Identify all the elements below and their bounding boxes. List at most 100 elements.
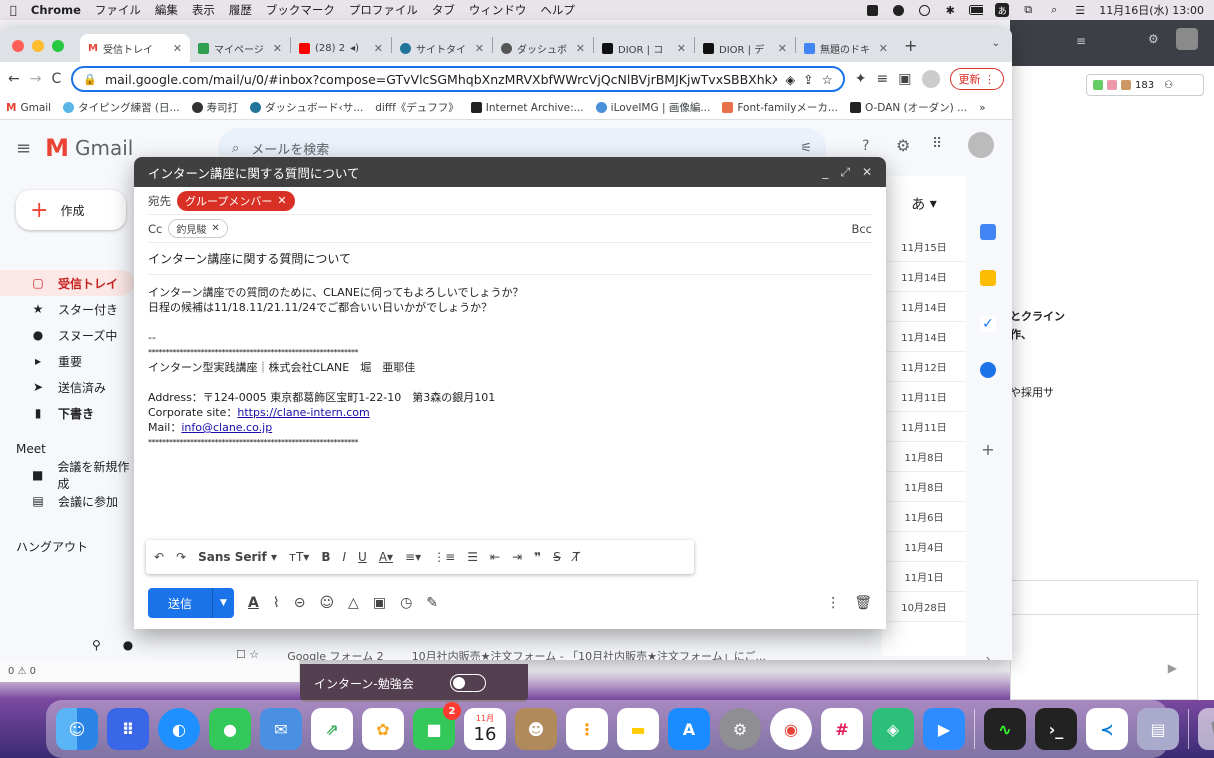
chatgpt-icon[interactable]: ◈ — [872, 708, 914, 750]
close-window-button[interactable] — [12, 40, 24, 52]
quote-icon[interactable]: ❞ — [534, 550, 541, 564]
mail-link[interactable]: info@clane.co.jp — [181, 421, 272, 434]
tab-dior-2[interactable]: DIOR | デ ✕ — [695, 34, 795, 62]
menu-history[interactable]: 履歴 — [229, 2, 252, 18]
align-icon[interactable]: ≡▾ — [405, 550, 421, 564]
bookmark-gmail[interactable]: M Gmail — [6, 102, 51, 114]
participants-widget[interactable]: 183 ⚇ — [1086, 74, 1204, 96]
indent-more-icon[interactable]: ⇥ — [512, 550, 522, 564]
message-body[interactable]: インターン講座での質問のために、CLANEに伺ってもよろしいでしょうか？ 日程の… — [134, 275, 886, 460]
list-item-date[interactable]: 11月11日 — [882, 412, 966, 442]
zoom-icon[interactable]: ▶ — [923, 708, 965, 750]
cc-field[interactable]: Cc 釣見駿 ✕ Bcc — [148, 215, 872, 243]
sidebar-item-important[interactable]: ▸ 重要 — [0, 348, 134, 374]
bcc-link[interactable]: Bcc — [851, 222, 872, 236]
close-icon[interactable]: ✕ — [862, 165, 872, 180]
apple-icon[interactable]:  — [10, 3, 17, 17]
redo-icon[interactable]: ↷ — [176, 550, 186, 564]
address-bar[interactable]: 🔒 mail.google.com/mail/u/0/#inbox?compos… — [71, 66, 845, 92]
corporate-link[interactable]: https://clane-intern.com — [237, 406, 369, 419]
tab-search-chevron-icon[interactable]: ⌄ — [992, 38, 1000, 49]
tab-untitled-doc[interactable]: 無題のドキ ✕ — [796, 34, 896, 62]
calendar-icon[interactable] — [980, 224, 996, 240]
reminders-icon[interactable]: ⋮ — [566, 708, 608, 750]
spotlight-icon[interactable]: ⌕ — [1047, 3, 1061, 17]
attach-icon[interactable]: ⌇ — [273, 595, 280, 611]
photo-icon[interactable]: ▣ — [373, 595, 386, 611]
tab-gmail[interactable]: M 受信トレイ ✕ — [80, 34, 190, 62]
sidebar-item-starred[interactable]: ★ スター付き — [0, 296, 134, 322]
notes-icon[interactable]: ▬ — [617, 708, 659, 750]
confidential-icon[interactable]: ◷ — [400, 595, 412, 611]
settings-icon[interactable]: ⚙ — [1148, 32, 1159, 46]
close-tab-icon[interactable]: ✕ — [576, 42, 585, 55]
input-method-icon[interactable]: あ — [995, 3, 1010, 17]
menu-app-name[interactable]: Chrome — [31, 3, 81, 17]
compose-button[interactable]: + 作成 — [16, 190, 126, 230]
send-button[interactable]: 送信 ▼ — [148, 588, 235, 618]
vscode-icon[interactable]: ≺ — [1086, 708, 1128, 750]
list-item-date[interactable]: 11月11日 — [882, 382, 966, 412]
share-icon[interactable]: ⇪ — [803, 72, 813, 87]
meet-join-meeting[interactable]: ▤ 会議に参加 — [0, 488, 134, 514]
battery-icon[interactable] — [969, 3, 984, 17]
sidebar-item-drafts[interactable]: ▮ 下書き — [0, 400, 134, 426]
menu-edit[interactable]: 編集 — [155, 2, 178, 18]
font-size-icon[interactable]: тT▾ — [289, 550, 309, 564]
screen-mirror-icon[interactable]: ⧉ — [1021, 3, 1035, 17]
subject-field[interactable]: インターン講座に関する質問について — [148, 243, 872, 275]
undo-icon[interactable]: ↶ — [154, 550, 164, 564]
tab-mypage[interactable]: マイページ ✕ — [190, 34, 290, 62]
menu-tab[interactable]: タブ — [432, 2, 455, 18]
close-tab-icon[interactable]: ✕ — [173, 42, 182, 55]
message-box[interactable]: ▶ — [1010, 580, 1199, 700]
drive-icon[interactable]: △ — [348, 595, 359, 611]
calendar-app-icon[interactable]: 11月 16 — [464, 708, 506, 750]
reading-list-icon[interactable]: ≡ — [877, 71, 889, 87]
status-app-icon-2[interactable] — [891, 3, 905, 17]
remove-format-icon[interactable]: T̸ — [573, 550, 580, 564]
emoji-icon[interactable]: ☺ — [319, 595, 334, 611]
bookmark-iloveimg[interactable]: iLoveIMG | 画像編... — [595, 100, 710, 115]
compose-header[interactable]: インターン講座に関する質問について _ ⤢ ✕ — [134, 157, 886, 187]
table-row[interactable]: ☐ ☆ Google フォーム 2 10月社内販売★注文フォーム - 「10月社… — [236, 648, 884, 660]
chat-bubble-icon[interactable]: ● — [123, 638, 133, 652]
menu-file[interactable]: ファイル — [95, 2, 141, 18]
tab-youtube[interactable]: (28) 2 ◂) ✕ — [291, 34, 391, 62]
zoom-window-button[interactable] — [52, 40, 64, 52]
account-avatar[interactable] — [968, 132, 994, 158]
activity-monitor-icon[interactable]: ∿ — [984, 708, 1026, 750]
bookmark-typing[interactable]: タイピング練習 (日... — [63, 100, 180, 115]
cc-chip[interactable]: 釣見駿 ✕ — [168, 219, 228, 238]
chat-popup[interactable]: インターン-勉強会 — [300, 664, 528, 702]
menu-window[interactable]: ウィンドウ — [469, 2, 527, 18]
bold-icon[interactable]: B — [321, 550, 330, 564]
gmail-logo[interactable]: M Gmail — [45, 134, 133, 162]
bulleted-list-icon[interactable]: ☰ — [467, 550, 478, 564]
discard-draft-icon[interactable]: 🗑 — [854, 595, 872, 611]
messages-icon[interactable]: ● — [209, 708, 251, 750]
menu-profiles[interactable]: プロファイル — [349, 2, 418, 18]
signature-icon[interactable]: ✎ — [426, 595, 438, 611]
italic-icon[interactable]: I — [342, 550, 346, 564]
close-tab-icon[interactable]: ✕ — [374, 42, 383, 55]
underline-icon[interactable]: U — [358, 550, 367, 564]
safari-icon[interactable]: ◐ — [158, 708, 200, 750]
update-button[interactable]: 更新 ⋮ — [949, 68, 1004, 90]
keep-icon[interactable] — [980, 270, 996, 286]
link-icon[interactable]: ⊝ — [294, 595, 306, 611]
facetime-icon[interactable]: ■ 2 — [413, 702, 461, 750]
finder-icon[interactable]: ☺ — [56, 708, 98, 750]
help-icon[interactable]: ? — [862, 138, 869, 154]
indent-less-icon[interactable]: ⇤ — [490, 550, 500, 564]
list-item-date[interactable]: 11月14日 — [882, 292, 966, 322]
menu-bookmarks[interactable]: ブックマーク — [266, 2, 335, 18]
background-window[interactable]: ≡ ⚙ 183 ⚇ とクライン 作、 や採用サ ▶ — [1010, 20, 1214, 700]
contacts-icon[interactable] — [980, 362, 996, 378]
add-addon-icon[interactable]: + — [980, 440, 996, 459]
audio-icon[interactable]: ◂) — [350, 43, 359, 54]
to-field[interactable]: 宛先 グループメンバー ✕ — [148, 187, 872, 215]
list-item-date[interactable]: 11月14日 — [882, 262, 966, 292]
more-bookmarks-icon[interactable]: » — [979, 102, 985, 114]
list-item-date[interactable]: 11月14日 — [882, 322, 966, 352]
